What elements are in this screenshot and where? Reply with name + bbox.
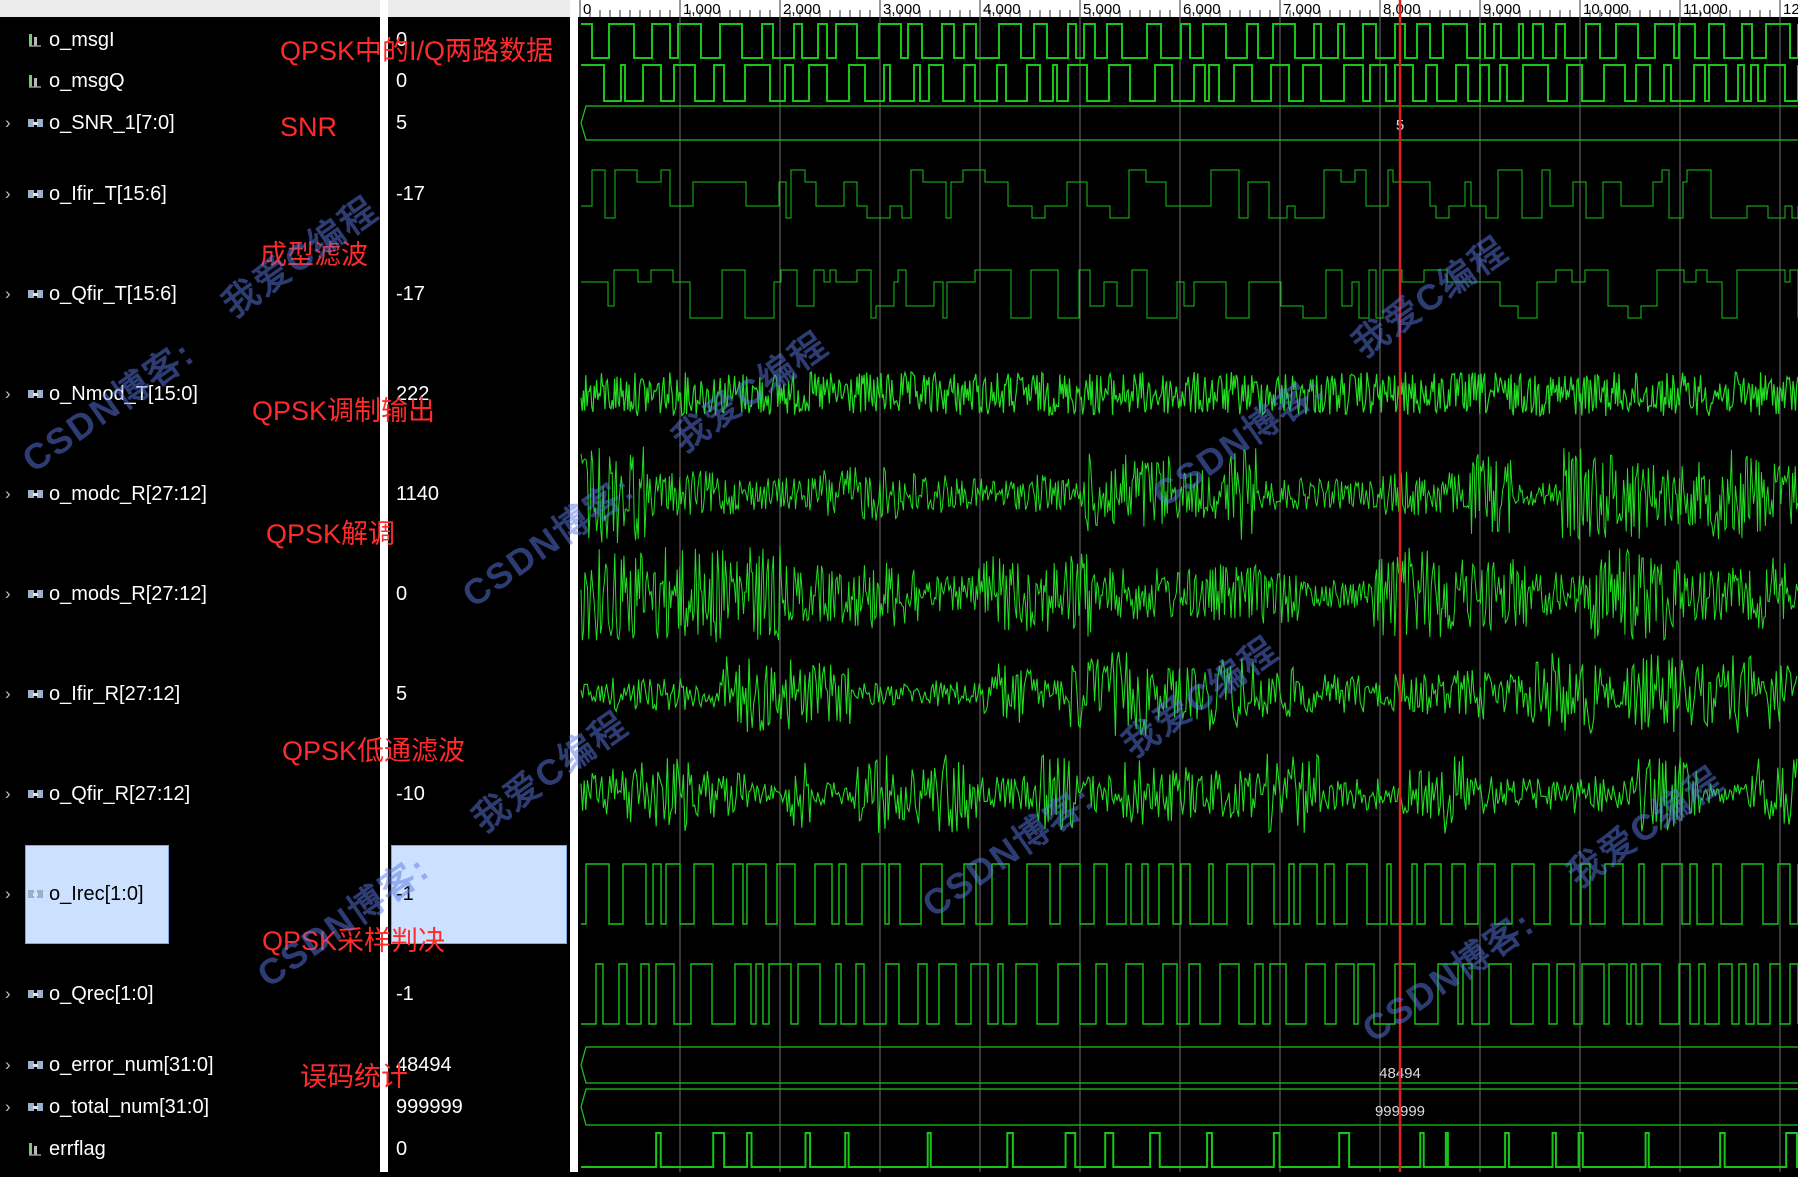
chevron-right-icon[interactable]: › [5,1055,11,1075]
chevron-right-icon[interactable]: › [5,384,11,404]
signal-name: o_SNR_1[7:0] [49,112,175,134]
signal-name: o_Qrec[1:0] [49,983,154,1005]
chevron-right-icon[interactable]: › [5,284,11,304]
signal-row[interactable]: › o_total_num[31:0] 999999 [0,1094,570,1120]
waveform-error-num-bus [580,1046,1798,1084]
signal-row[interactable]: o_msgQ 0 [0,68,570,94]
signal-value: -1 [396,983,414,1005]
signal-value: -17 [396,183,425,205]
bus-signal-icon [28,590,43,598]
waveform-qrec [581,963,1798,1025]
waveform-ifir-t [581,169,1798,219]
waveform-errflag [581,1132,1798,1168]
chevron-right-icon[interactable]: › [5,984,11,1004]
signal-name: o_Irec[1:0] [49,883,144,905]
annotation-lowpass-filter: QPSK低通滤波 [282,736,466,766]
signal-row[interactable]: › o_Irec[1:0] -1 [0,881,570,907]
timeline-label: 11,000 [1683,1,1728,18]
signal-value: 5 [396,112,408,134]
bus-signal-icon [28,990,43,998]
bus-signal-icon [28,490,43,498]
signal-value: 1140 [396,483,440,505]
chevron-right-icon[interactable]: › [5,113,11,133]
column-splitter-value-wave[interactable] [570,0,578,1172]
signal-value: 999999 [396,1096,463,1118]
timeline-label: 0 [583,1,591,18]
bit-signal-icon [29,75,41,88]
chevron-right-icon[interactable]: › [5,1097,11,1117]
annotation-iq-data: QPSK中的I/Q两路数据 [280,36,554,66]
bit-signal-icon [29,34,41,47]
annotation-snr: SNR [280,112,338,142]
signal-row[interactable]: errflag 0 [0,1136,570,1162]
chevron-right-icon[interactable]: › [5,184,11,204]
value-column-header[interactable] [388,0,570,17]
signal-value: 0 [396,583,408,605]
annotation-error-statistics: 误码统计 [300,1062,408,1092]
bus-signal-icon [28,1061,43,1069]
waveform-panel[interactable]: 0 1,000 2,000 3,000 4,000 5,000 6,000 7,000 8,00… [578,0,1798,1172]
bus-signal-icon [28,690,43,698]
signal-name: o_msgI [49,29,115,51]
waveform-snr-bus [580,105,1798,141]
waveform-mods-r [580,545,1798,643]
waveform-qfir-t [581,269,1798,319]
chevron-right-icon[interactable]: › [5,584,11,604]
timeline-label: 8,000 [1383,1,1421,18]
waveform-total-num-bus [580,1088,1798,1126]
bus-signal-icon [28,290,43,298]
chevron-right-icon[interactable]: › [5,484,11,504]
timeline-label: 12 [1783,1,1798,18]
annotation-demodulation: QPSK解调 [266,519,396,549]
signal-name: o_Ifir_R[27:12] [49,683,181,705]
signal-row[interactable]: › o_Ifir_T[15:6] -17 [0,181,570,207]
timeline-label: 6,000 [1183,1,1221,18]
annotation-modulation-output: QPSK调制输出 [252,396,436,426]
signal-name: o_total_num[31:0] [49,1096,210,1118]
signal-name: o_Ifir_T[15:6] [49,183,167,205]
chevron-right-icon[interactable]: › [5,884,11,904]
signal-name: o_Qfir_T[15:6] [49,283,177,305]
signal-name: o_mods_R[27:12] [49,583,207,605]
signal-row[interactable]: › o_modc_R[27:12] 1140 [0,481,570,507]
signal-value: -10 [396,783,425,805]
signal-name: o_error_num[31:0] [49,1054,214,1076]
signal-row[interactable]: › o_error_num[31:0] 48494 [0,1052,570,1078]
chevron-right-icon[interactable]: › [5,684,11,704]
bus-signal-icon [28,1103,43,1111]
timeline-label: 4,000 [983,1,1021,18]
timeline-label: 2,000 [783,1,821,18]
waveform-msgQ [581,64,1798,102]
bit-signal-icon [29,1143,41,1156]
bus-signal-icon [28,190,43,198]
bus-signal-icon [28,390,43,398]
waveform-canvas[interactable]: 0 1,000 2,000 3,000 4,000 5,000 6,000 7,000 8,00… [578,0,1798,1172]
bus-signal-icon [28,790,43,798]
signal-name: o_msgQ [49,70,125,92]
timeline-label: 9,000 [1483,1,1521,18]
signal-row[interactable]: › o_Ifir_R[27:12] 5 [0,681,570,707]
signal-value: 5 [396,683,408,705]
signal-name: errflag [49,1138,106,1160]
signal-value: 0 [396,70,408,92]
signal-name: o_modc_R[27:12] [49,483,207,505]
chevron-right-icon[interactable]: › [5,784,11,804]
signal-value: 0 [396,1138,408,1160]
waveform-msgI [581,23,1798,59]
bus-signal-icon [28,890,43,898]
timeline-label: 7,000 [1283,1,1321,18]
name-column-header[interactable] [0,0,380,17]
timeline-label: 10,000 [1583,1,1629,18]
signal-name: o_Qfir_R[27:12] [49,783,191,805]
timeline-label: 5,000 [1083,1,1121,18]
timeline-label: 1,000 [683,1,721,18]
bus-signal-icon [28,119,43,127]
timeline-label: 3,000 [883,1,921,18]
signal-value: -17 [396,283,425,305]
